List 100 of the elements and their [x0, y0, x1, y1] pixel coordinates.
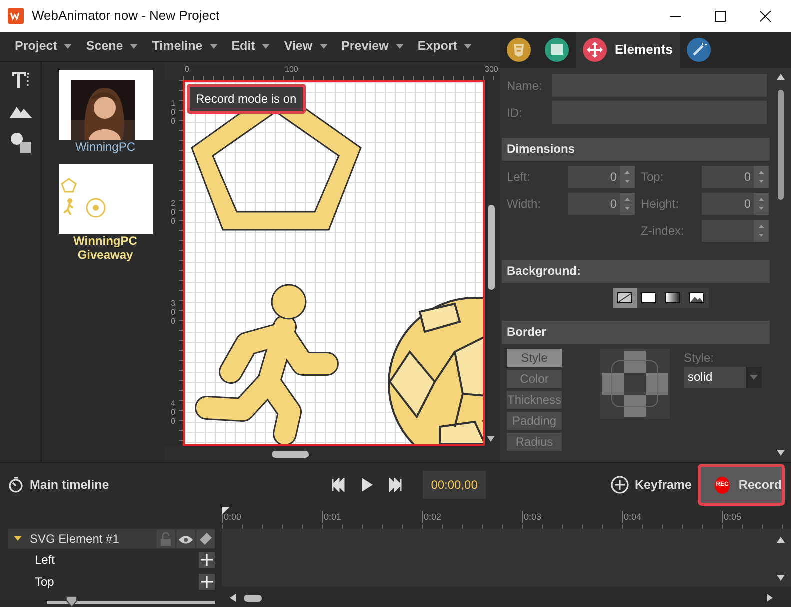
add-keyframe-button[interactable] [199, 552, 215, 568]
caret-icon [396, 44, 404, 49]
property-name: Left [35, 552, 56, 569]
scroll-down-icon[interactable] [777, 575, 785, 581]
expand-caret-icon[interactable] [14, 536, 22, 542]
close-icon[interactable] [760, 10, 771, 22]
menu-item[interactable]: View [277, 37, 335, 56]
scrollbar-thumb[interactable] [272, 451, 309, 458]
section-header: Border [502, 321, 770, 344]
border-diagram-drawing [600, 349, 670, 419]
section-header: Dimensions [502, 138, 770, 161]
track-name: SVG Element #1 [30, 531, 120, 548]
ruler-label: 300 [485, 66, 498, 74]
menu-item[interactable]: Timeline [145, 37, 225, 56]
menu-item[interactable]: Scene [79, 37, 146, 56]
tag-icon[interactable] [198, 531, 214, 547]
timeline-title: Main timeline [30, 476, 110, 494]
tick-label: 0:04 [622, 511, 642, 523]
add-keyframe-button[interactable] [199, 574, 215, 590]
caret-icon [320, 44, 328, 49]
field-label: Top: [641, 169, 665, 186]
window-title: WebAnimator now - New Project [32, 7, 220, 26]
caret-icon [262, 44, 270, 49]
no-fill-icon [616, 290, 634, 306]
scrollbar-thumb[interactable] [488, 205, 495, 290]
field-label: Style: [684, 350, 716, 367]
wand-icon [686, 38, 711, 62]
skip-back-icon [332, 478, 346, 492]
tick-label: 0:01 [322, 511, 342, 523]
menu-item[interactable]: Preview [334, 37, 411, 56]
scrollbar-thumb[interactable] [778, 90, 784, 200]
scene-thumbnail[interactable] [58, 70, 152, 140]
skip-forward-icon [388, 478, 402, 492]
panel-tab[interactable]: Elements [576, 32, 680, 68]
menu-item[interactable]: Export [410, 37, 480, 56]
playhead-icon[interactable] [222, 507, 230, 515]
shapes-icon[interactable] [10, 132, 32, 154]
menu-item[interactable]: Edit [224, 37, 278, 56]
ruler-label: 100 [285, 66, 298, 74]
caret-icon [750, 375, 758, 380]
scene-name[interactable]: WinningPC [58, 140, 152, 154]
tick-label: 0:05 [722, 511, 742, 523]
caret-icon [64, 44, 72, 49]
scroll-left-icon[interactable] [230, 594, 236, 602]
scroll-up-icon[interactable] [777, 74, 785, 80]
number-field: 0 [568, 193, 635, 215]
menu-item[interactable]: Project [8, 37, 80, 56]
spinner-icon [754, 193, 769, 215]
caret-icon [210, 44, 218, 49]
track-row[interactable]: SVG Element #1 [8, 529, 215, 549]
solid-fill-icon [640, 290, 658, 306]
slider-thumb[interactable] [66, 596, 78, 607]
field-label: Left: [507, 169, 532, 186]
caret-icon [464, 44, 472, 49]
ruler-label: 400 [171, 400, 176, 426]
time-display: 00:00,00 [423, 471, 486, 499]
spinner-icon [620, 166, 635, 188]
maximize-icon[interactable] [715, 10, 726, 22]
stopwatch-icon [8, 477, 24, 493]
play-icon [360, 478, 374, 492]
caret-icon [130, 44, 138, 49]
ruler-label: 100 [171, 100, 176, 126]
tick-label: 0:03 [522, 511, 542, 523]
scene-name[interactable]: WinningPC Giveaway [58, 234, 152, 262]
scrollbar-thumb[interactable] [244, 594, 262, 602]
field-label: ID: [507, 104, 524, 122]
keyframe-button[interactable]: Keyframe [611, 476, 692, 494]
ruler-label: 200 [171, 200, 176, 226]
field-label: Z-index: [641, 223, 686, 240]
property-name: Top [35, 574, 54, 591]
number-field: 0 [568, 166, 635, 188]
number-field: 0 [702, 193, 769, 215]
add-circle-icon [611, 476, 630, 494]
field-label: Height: [641, 196, 680, 213]
scroll-up-icon[interactable] [777, 537, 785, 543]
scroll-down-icon[interactable] [487, 436, 495, 442]
text-tool-icon[interactable] [10, 70, 30, 90]
ruler-label: 300 [171, 300, 176, 326]
gradient-icon [664, 290, 682, 306]
record-mode-label: Record mode is on [187, 84, 306, 114]
spinner-icon [620, 193, 635, 215]
spinner-icon [754, 166, 769, 188]
field-label: Width: [507, 196, 542, 213]
scene-thumbnail[interactable] [58, 164, 152, 234]
section-header: Background: [502, 260, 770, 283]
shield-icon [507, 38, 531, 62]
thumbnail-drawing [60, 178, 106, 218]
app-logo-icon [8, 8, 24, 24]
scroll-down-icon[interactable] [777, 450, 785, 456]
plus-icon [201, 576, 213, 588]
style-dropdown[interactable]: solid [684, 367, 762, 388]
tick-label: 0:02 [422, 511, 442, 523]
move-icon [583, 38, 607, 62]
number-field: 0 [702, 166, 769, 188]
plus-icon [201, 554, 213, 566]
spinner-icon [754, 220, 769, 242]
scroll-right-icon[interactable] [767, 594, 773, 602]
image-icon [688, 290, 706, 306]
field-label: Name: [507, 78, 544, 94]
ruler-label: 0 [185, 66, 190, 74]
